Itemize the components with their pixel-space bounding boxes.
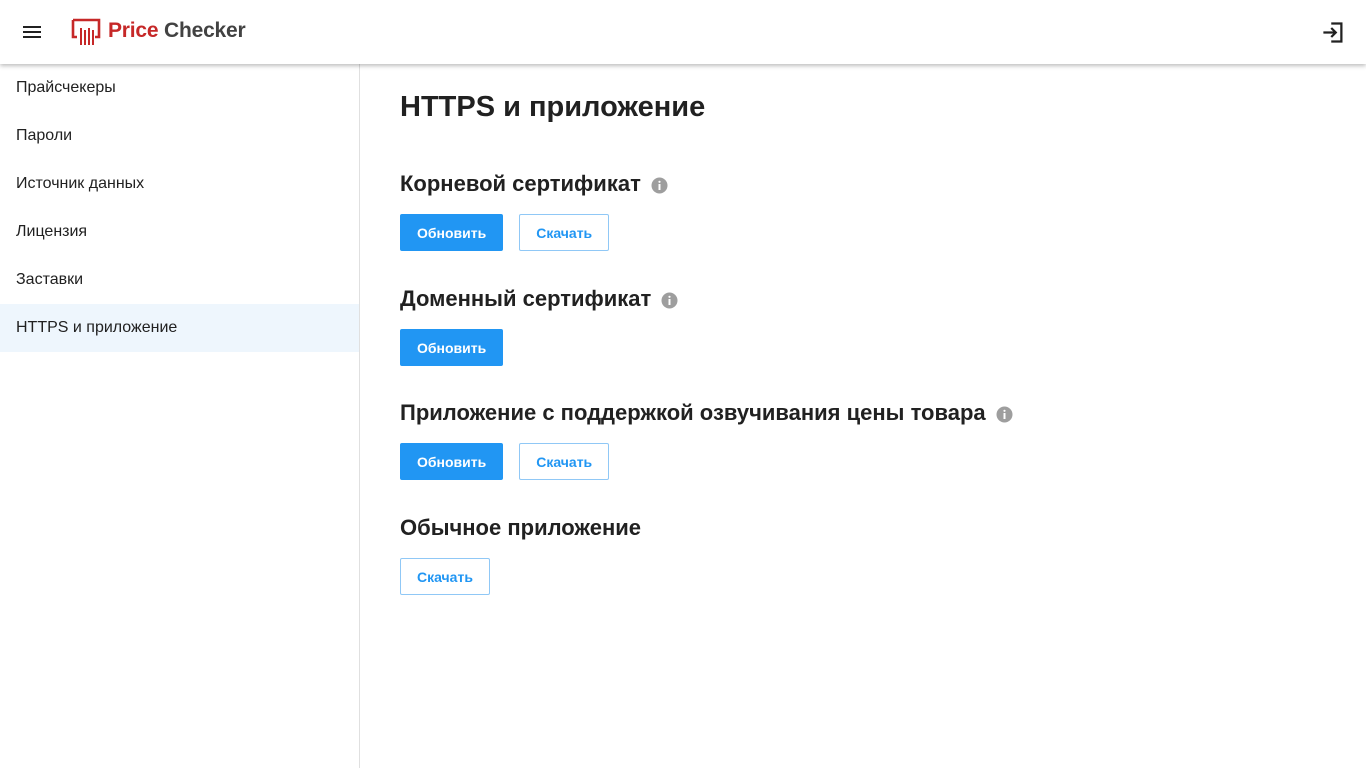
section-domain-certificate: Доменный сертификат Обновить — [400, 284, 1300, 366]
section-title: Корневой сертификат — [400, 169, 1300, 199]
sidebar-item-license[interactable]: Лицензия — [0, 208, 359, 256]
sidebar-item-data-source[interactable]: Источник данных — [0, 160, 359, 208]
section-title: Доменный сертификат — [400, 284, 1300, 314]
sidebar-item-label: Пароли — [16, 127, 73, 144]
section-title-text: Обычное приложение — [400, 515, 642, 540]
brand-name-part2: Checker — [158, 19, 246, 42]
section-voice-app: Приложение с поддержкой озвучивания цены… — [400, 398, 1300, 480]
section-title-text: Доменный сертификат — [400, 286, 652, 311]
root-cert-update-button[interactable]: Обновить — [400, 214, 504, 251]
brand-name-part1: Price — [108, 19, 159, 42]
section-title-text: Приложение с поддержкой озвучивания цены… — [400, 400, 986, 425]
sidebar-item-label: Прайсчекеры — [16, 79, 116, 96]
sidebar-item-price-checkers[interactable]: Прайсчекеры — [0, 64, 359, 112]
info-icon[interactable] — [996, 406, 1013, 423]
root-cert-download-button[interactable]: Скачать — [519, 214, 610, 251]
section-regular-app: Обычное приложение Скачать — [400, 513, 1300, 595]
voice-app-update-button[interactable]: Обновить — [400, 443, 504, 480]
sidebar: Прайсчекеры Пароли Источник данных Лицен… — [0, 64, 360, 768]
button-row: Обновить — [400, 329, 519, 366]
menu-icon[interactable] — [16, 16, 48, 48]
section-title: Обычное приложение — [400, 513, 1300, 543]
button-row: Обновить Скачать — [400, 443, 625, 480]
logout-icon[interactable] — [1320, 19, 1347, 46]
section-title: Приложение с поддержкой озвучивания цены… — [400, 398, 1300, 428]
regular-app-download-button[interactable]: Скачать — [400, 558, 490, 595]
domain-cert-update-button[interactable]: Обновить — [400, 329, 504, 366]
sidebar-item-label: Лицензия — [16, 223, 88, 240]
app-header: Price Checker — [0, 0, 1366, 64]
section-root-certificate: Корневой сертификат Обновить Скачать — [400, 169, 1300, 251]
voice-app-download-button[interactable]: Скачать — [519, 443, 610, 480]
info-icon[interactable] — [651, 177, 668, 194]
button-row: Скачать — [400, 558, 506, 595]
page-title: HTTPS и приложение — [400, 91, 706, 123]
sidebar-item-label: HTTPS и приложение — [16, 319, 178, 336]
section-title-text: Корневой сертификат — [400, 171, 641, 196]
sidebar-item-https-app[interactable]: HTTPS и приложение — [0, 304, 359, 352]
button-row: Обновить Скачать — [400, 214, 625, 251]
sidebar-item-screensavers[interactable]: Заставки — [0, 256, 359, 304]
info-icon[interactable] — [661, 292, 678, 309]
sidebar-item-passwords[interactable]: Пароли — [0, 112, 359, 160]
price-checker-logo-icon — [70, 17, 102, 47]
sidebar-item-label: Источник данных — [16, 175, 145, 192]
brand-name: Price Checker — [108, 19, 246, 43]
sidebar-item-label: Заставки — [16, 271, 84, 288]
